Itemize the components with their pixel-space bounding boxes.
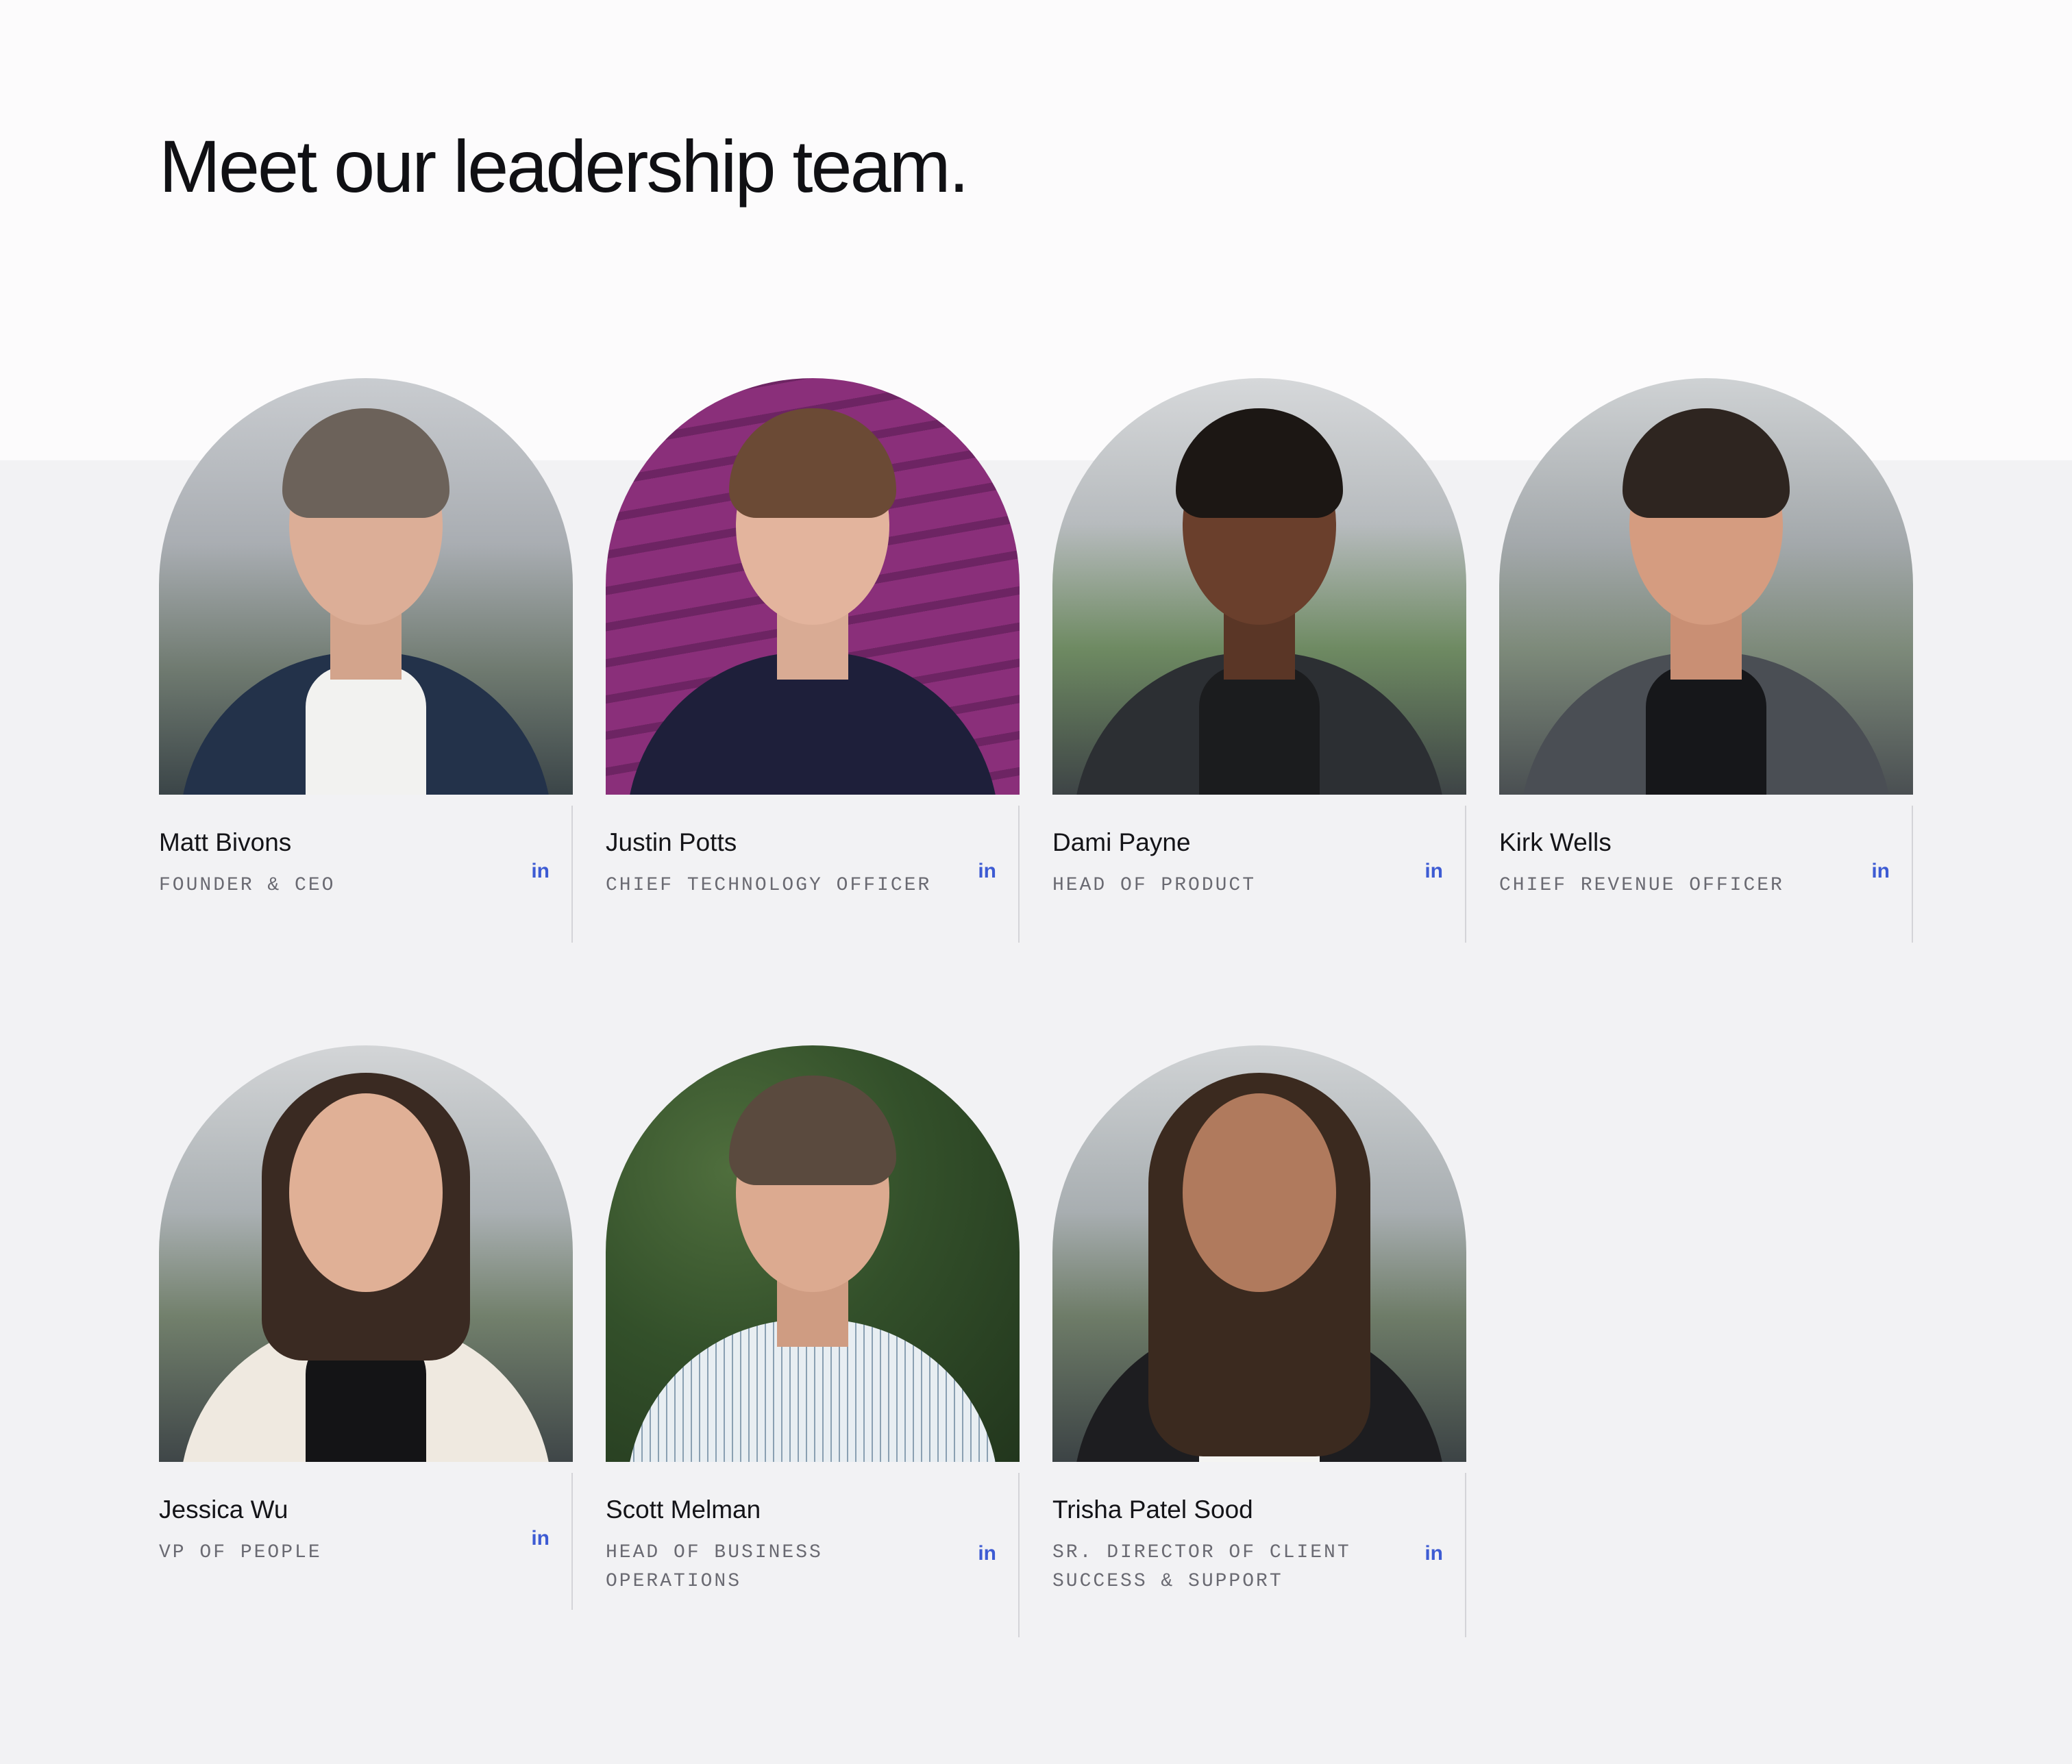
team-member-name: Scott Melman <box>606 1495 761 1524</box>
linkedin-icon[interactable]: in <box>1424 1543 1443 1565</box>
linkedin-icon[interactable]: in <box>978 860 996 882</box>
team-member-role: SR. DIRECTOR OF CLIENT SUCCESS & SUPPORT <box>1052 1542 1351 1592</box>
team-card: Dami Payne HEAD OF PRODUCT in <box>1052 378 1466 943</box>
team-card-info: Matt Bivons FOUNDER & CEO in <box>159 806 573 943</box>
team-photo <box>606 378 1020 795</box>
team-photo <box>606 1045 1020 1462</box>
team-member-name: Justin Potts <box>606 828 737 856</box>
team-card-info: Justin Potts CHIEF TECHNOLOGY OFFICER in <box>606 806 1020 943</box>
team-card-info: Jessica Wu VP OF PEOPLE in <box>159 1473 573 1610</box>
team-card-info: Dami Payne HEAD OF PRODUCT in <box>1052 806 1466 943</box>
team-photo <box>1499 378 1913 795</box>
team-member-name: Kirk Wells <box>1499 828 1612 856</box>
linkedin-icon[interactable]: in <box>1871 860 1890 882</box>
team-member-role: HEAD OF PRODUCT <box>1052 875 1257 896</box>
team-photo <box>1052 1045 1466 1462</box>
team-member-role: CHIEF TECHNOLOGY OFFICER <box>606 875 932 896</box>
team-card: Scott Melman HEAD OF BUSINESS OPERATIONS… <box>606 1045 1020 1637</box>
team-member-role: CHIEF REVENUE OFFICER <box>1499 875 1784 896</box>
team-member-role: FOUNDER & CEO <box>159 875 336 896</box>
team-member-name: Jessica Wu <box>159 1495 288 1524</box>
team-photo <box>159 1045 573 1462</box>
team-member-name: Dami Payne <box>1052 828 1191 856</box>
team-card-info: Scott Melman HEAD OF BUSINESS OPERATIONS… <box>606 1473 1020 1637</box>
team-card-info: Trisha Patel Sood SR. DIRECTOR OF CLIENT… <box>1052 1473 1466 1637</box>
team-member-role: HEAD OF BUSINESS OPERATIONS <box>606 1542 823 1592</box>
page-title: Meet our leadership team. <box>159 125 970 208</box>
team-card: Kirk Wells CHIEF REVENUE OFFICER in <box>1499 378 1913 943</box>
team-card: Matt Bivons FOUNDER & CEO in <box>159 378 573 943</box>
team-card: Jessica Wu VP OF PEOPLE in <box>159 1045 573 1610</box>
team-card: Justin Potts CHIEF TECHNOLOGY OFFICER in <box>606 378 1020 943</box>
linkedin-icon[interactable]: in <box>531 860 550 882</box>
team-photo <box>159 378 573 795</box>
team-card: Trisha Patel Sood SR. DIRECTOR OF CLIENT… <box>1052 1045 1466 1637</box>
linkedin-icon[interactable]: in <box>531 1528 550 1550</box>
team-member-role: VP OF PEOPLE <box>159 1542 322 1563</box>
linkedin-icon[interactable]: in <box>978 1543 996 1565</box>
team-card-info: Kirk Wells CHIEF REVENUE OFFICER in <box>1499 806 1913 943</box>
team-member-name: Matt Bivons <box>159 828 292 856</box>
team-member-name: Trisha Patel Sood <box>1052 1495 1253 1524</box>
team-photo <box>1052 378 1466 795</box>
linkedin-icon[interactable]: in <box>1424 860 1443 882</box>
